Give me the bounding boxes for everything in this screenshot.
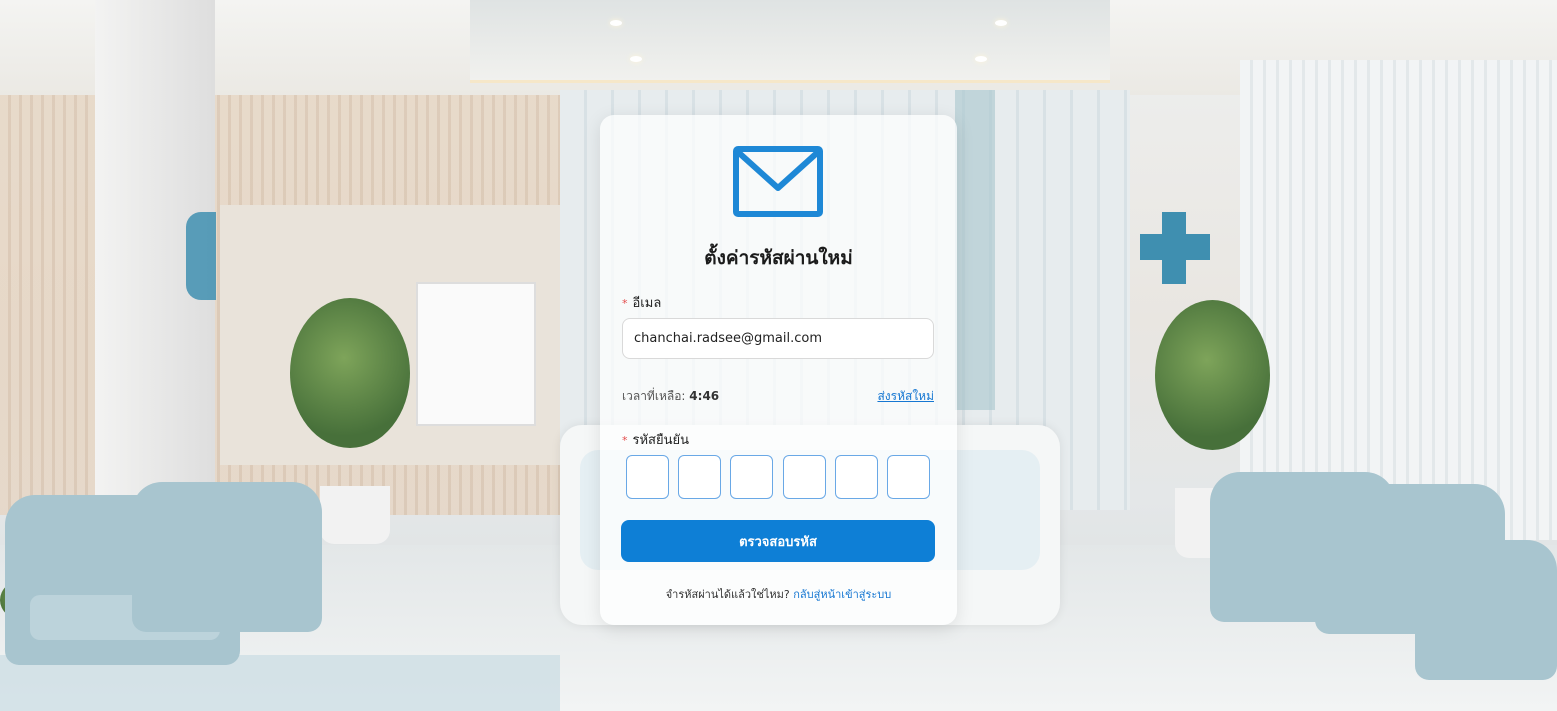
otp-digit-input[interactable] <box>678 455 721 499</box>
bg-chair <box>1415 540 1557 680</box>
code-label: * รหัสยืนยัน <box>622 429 689 450</box>
bg-ceiling-light <box>975 56 987 62</box>
reset-password-card: ตั้งค่ารหัสผ่านใหม่ * อีเมล เวลาที่เหลือ:… <box>600 115 957 625</box>
email-label-text: อีเมล <box>632 296 662 311</box>
bg-ceiling-recess <box>470 0 1110 83</box>
required-mark: * <box>622 434 628 447</box>
bg-right-wall <box>1240 60 1557 540</box>
otp-digit-input[interactable] <box>887 455 930 499</box>
mail-icon <box>733 146 823 217</box>
bg-plant <box>1155 300 1270 450</box>
bg-chair <box>132 482 322 632</box>
page-title: ตั้งค่ารหัสผ่านใหม่ <box>704 247 853 269</box>
otp-input-group <box>626 455 932 499</box>
bg-pot <box>320 486 390 544</box>
resend-code-link[interactable]: ส่งรหัสใหม่ <box>877 387 934 406</box>
bg-teal-panel <box>955 90 995 410</box>
bg-stethoscope-art <box>416 282 536 426</box>
login-prompt: จำรหัสผ่านได้แล้วใช่ไหม? กลับสู่หน้าเข้า… <box>600 585 957 603</box>
otp-digit-input[interactable] <box>626 455 669 499</box>
bg-ceiling-light <box>995 20 1007 26</box>
timer-label: เวลาที่เหลือ: <box>622 389 686 403</box>
otp-digit-input[interactable] <box>730 455 773 499</box>
bg-ceiling-light <box>630 56 642 62</box>
bg-plant <box>290 298 410 448</box>
code-label-text: รหัสยืนยัน <box>632 433 690 448</box>
otp-digit-input[interactable] <box>783 455 826 499</box>
countdown-timer: เวลาที่เหลือ: 4:46 <box>622 387 719 406</box>
email-input[interactable] <box>622 318 934 359</box>
email-label: * อีเมล <box>622 292 661 313</box>
otp-digit-input[interactable] <box>835 455 878 499</box>
timer-value: 4:46 <box>689 389 720 403</box>
bg-ceiling-light <box>610 20 622 26</box>
login-prompt-text: จำรหัสผ่านได้แล้วใช่ไหม? <box>665 588 790 601</box>
back-to-login-link[interactable]: กลับสู่หน้าเข้าสู่ระบบ <box>793 588 891 601</box>
verify-code-button[interactable]: ตรวจสอบรหัส <box>621 520 935 562</box>
required-mark: * <box>622 297 628 310</box>
